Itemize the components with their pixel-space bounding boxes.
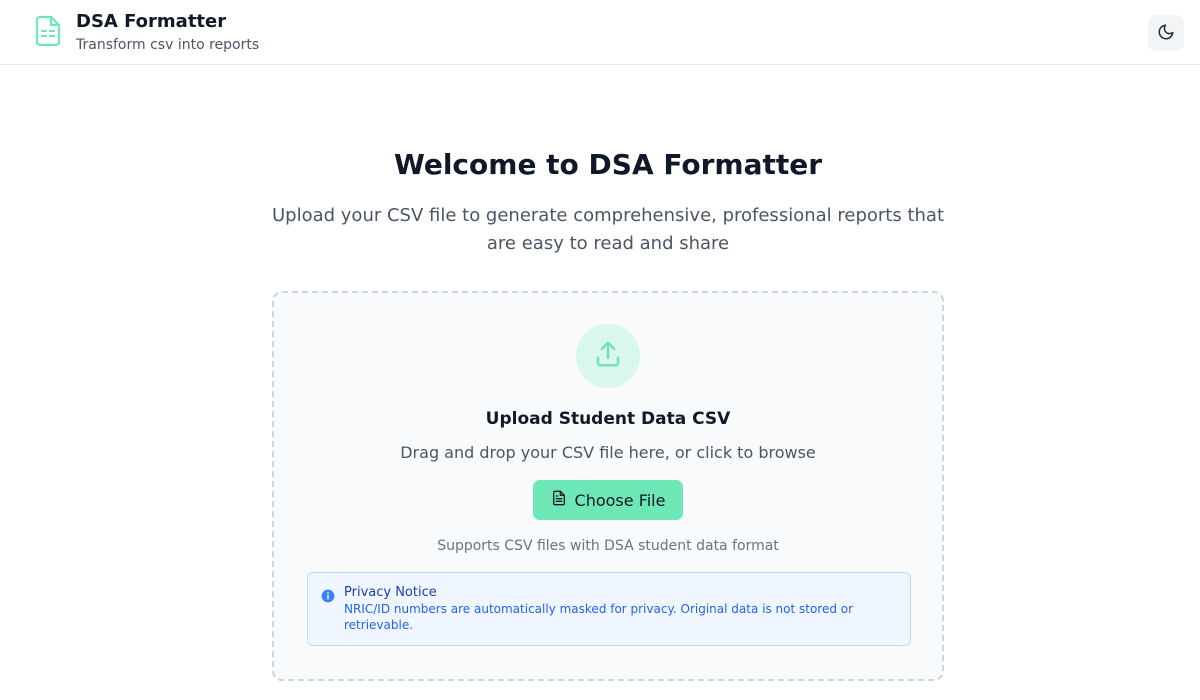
info-icon <box>321 588 335 603</box>
app-header: DSA Formatter Transform csv into reports <box>0 0 1200 65</box>
choose-file-button[interactable]: Choose File <box>533 480 683 520</box>
upload-description: Drag and drop your CSV file here, or cli… <box>400 443 816 462</box>
upload-icon-circle <box>576 324 640 388</box>
upload-icon <box>593 339 623 373</box>
app-title: DSA Formatter <box>76 11 227 32</box>
supported-format-note: Supports CSV files with DSA student data… <box>437 538 779 554</box>
privacy-notice: Privacy Notice NRIC/ID numbers are autom… <box>307 572 911 646</box>
csv-dropzone[interactable]: Upload Student Data CSV Drag and drop yo… <box>272 291 944 681</box>
theme-toggle-button[interactable] <box>1148 15 1184 51</box>
welcome-title: Welcome to DSA Formatter <box>393 148 823 181</box>
upload-title: Upload Student Data CSV <box>485 409 731 429</box>
privacy-notice-text: NRIC/ID numbers are automatically masked… <box>344 602 854 632</box>
privacy-notice-title: Privacy Notice <box>344 585 437 600</box>
file-text-icon <box>551 490 567 510</box>
spreadsheet-file-icon <box>34 15 62 47</box>
moon-icon <box>1157 23 1175 44</box>
welcome-description: Upload your CSV file to generate compreh… <box>271 205 944 254</box>
app-subtitle: Transform csv into reports <box>76 37 260 53</box>
choose-file-label: Choose File <box>574 490 666 510</box>
